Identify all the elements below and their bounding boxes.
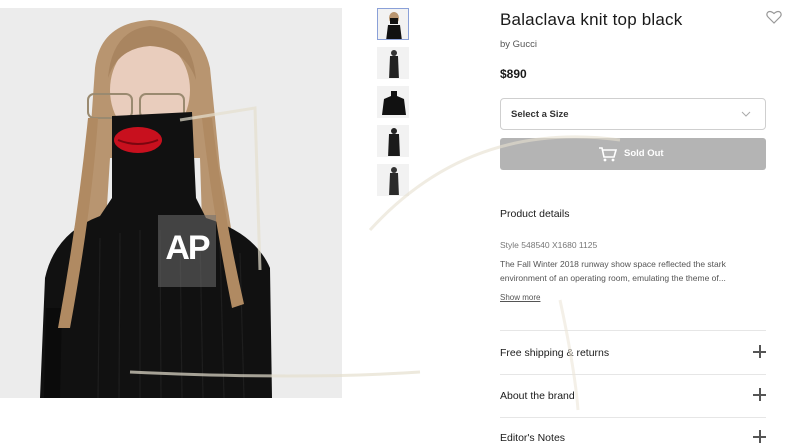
plus-icon[interactable] [753,345,766,358]
size-select-label: Select a Size [511,109,569,120]
thumbnail-strip [377,8,411,203]
accordion-shipping-returns[interactable]: Free shipping & returns [500,344,766,364]
model-illustration [0,8,342,398]
cart-icon [599,147,618,162]
accordion-label: Free shipping & returns [500,347,610,359]
divider [500,417,766,418]
product-main-image[interactable]: AP [0,8,342,398]
sold-out-button[interactable]: Sold Out [500,138,766,170]
divider [500,330,766,331]
product-title: Balaclava knit top black [500,10,683,29]
accordion-label: Editor's Notes [500,432,566,444]
divider [500,374,766,375]
brand-byline: by Gucci [500,39,537,50]
size-select-dropdown[interactable]: Select a Size [500,98,766,130]
accordion-editors-notes[interactable]: Editor's Notes [500,429,766,448]
thumbnail-1[interactable] [377,8,409,40]
ap-watermark: AP [158,215,216,287]
thumbnail-3[interactable] [377,86,409,118]
plus-icon[interactable] [753,430,766,443]
style-number: Style 548540 X1680 1125 [500,240,598,250]
product-details-heading: Product details [500,208,570,220]
accordion-about-brand[interactable]: About the brand [500,387,766,407]
plus-icon[interactable] [753,388,766,401]
heart-icon[interactable] [766,10,782,24]
accordion-label: About the brand [500,390,575,402]
thumbnail-2[interactable] [377,47,409,79]
sold-out-label: Sold Out [624,148,664,159]
product-price: $890 [500,67,527,81]
show-more-link[interactable]: Show more [500,293,540,302]
thumbnail-5[interactable] [377,164,409,196]
product-description: The Fall Winter 2018 runway show space r… [500,259,726,283]
chevron-down-icon [741,111,751,117]
thumbnail-4[interactable] [377,125,409,157]
